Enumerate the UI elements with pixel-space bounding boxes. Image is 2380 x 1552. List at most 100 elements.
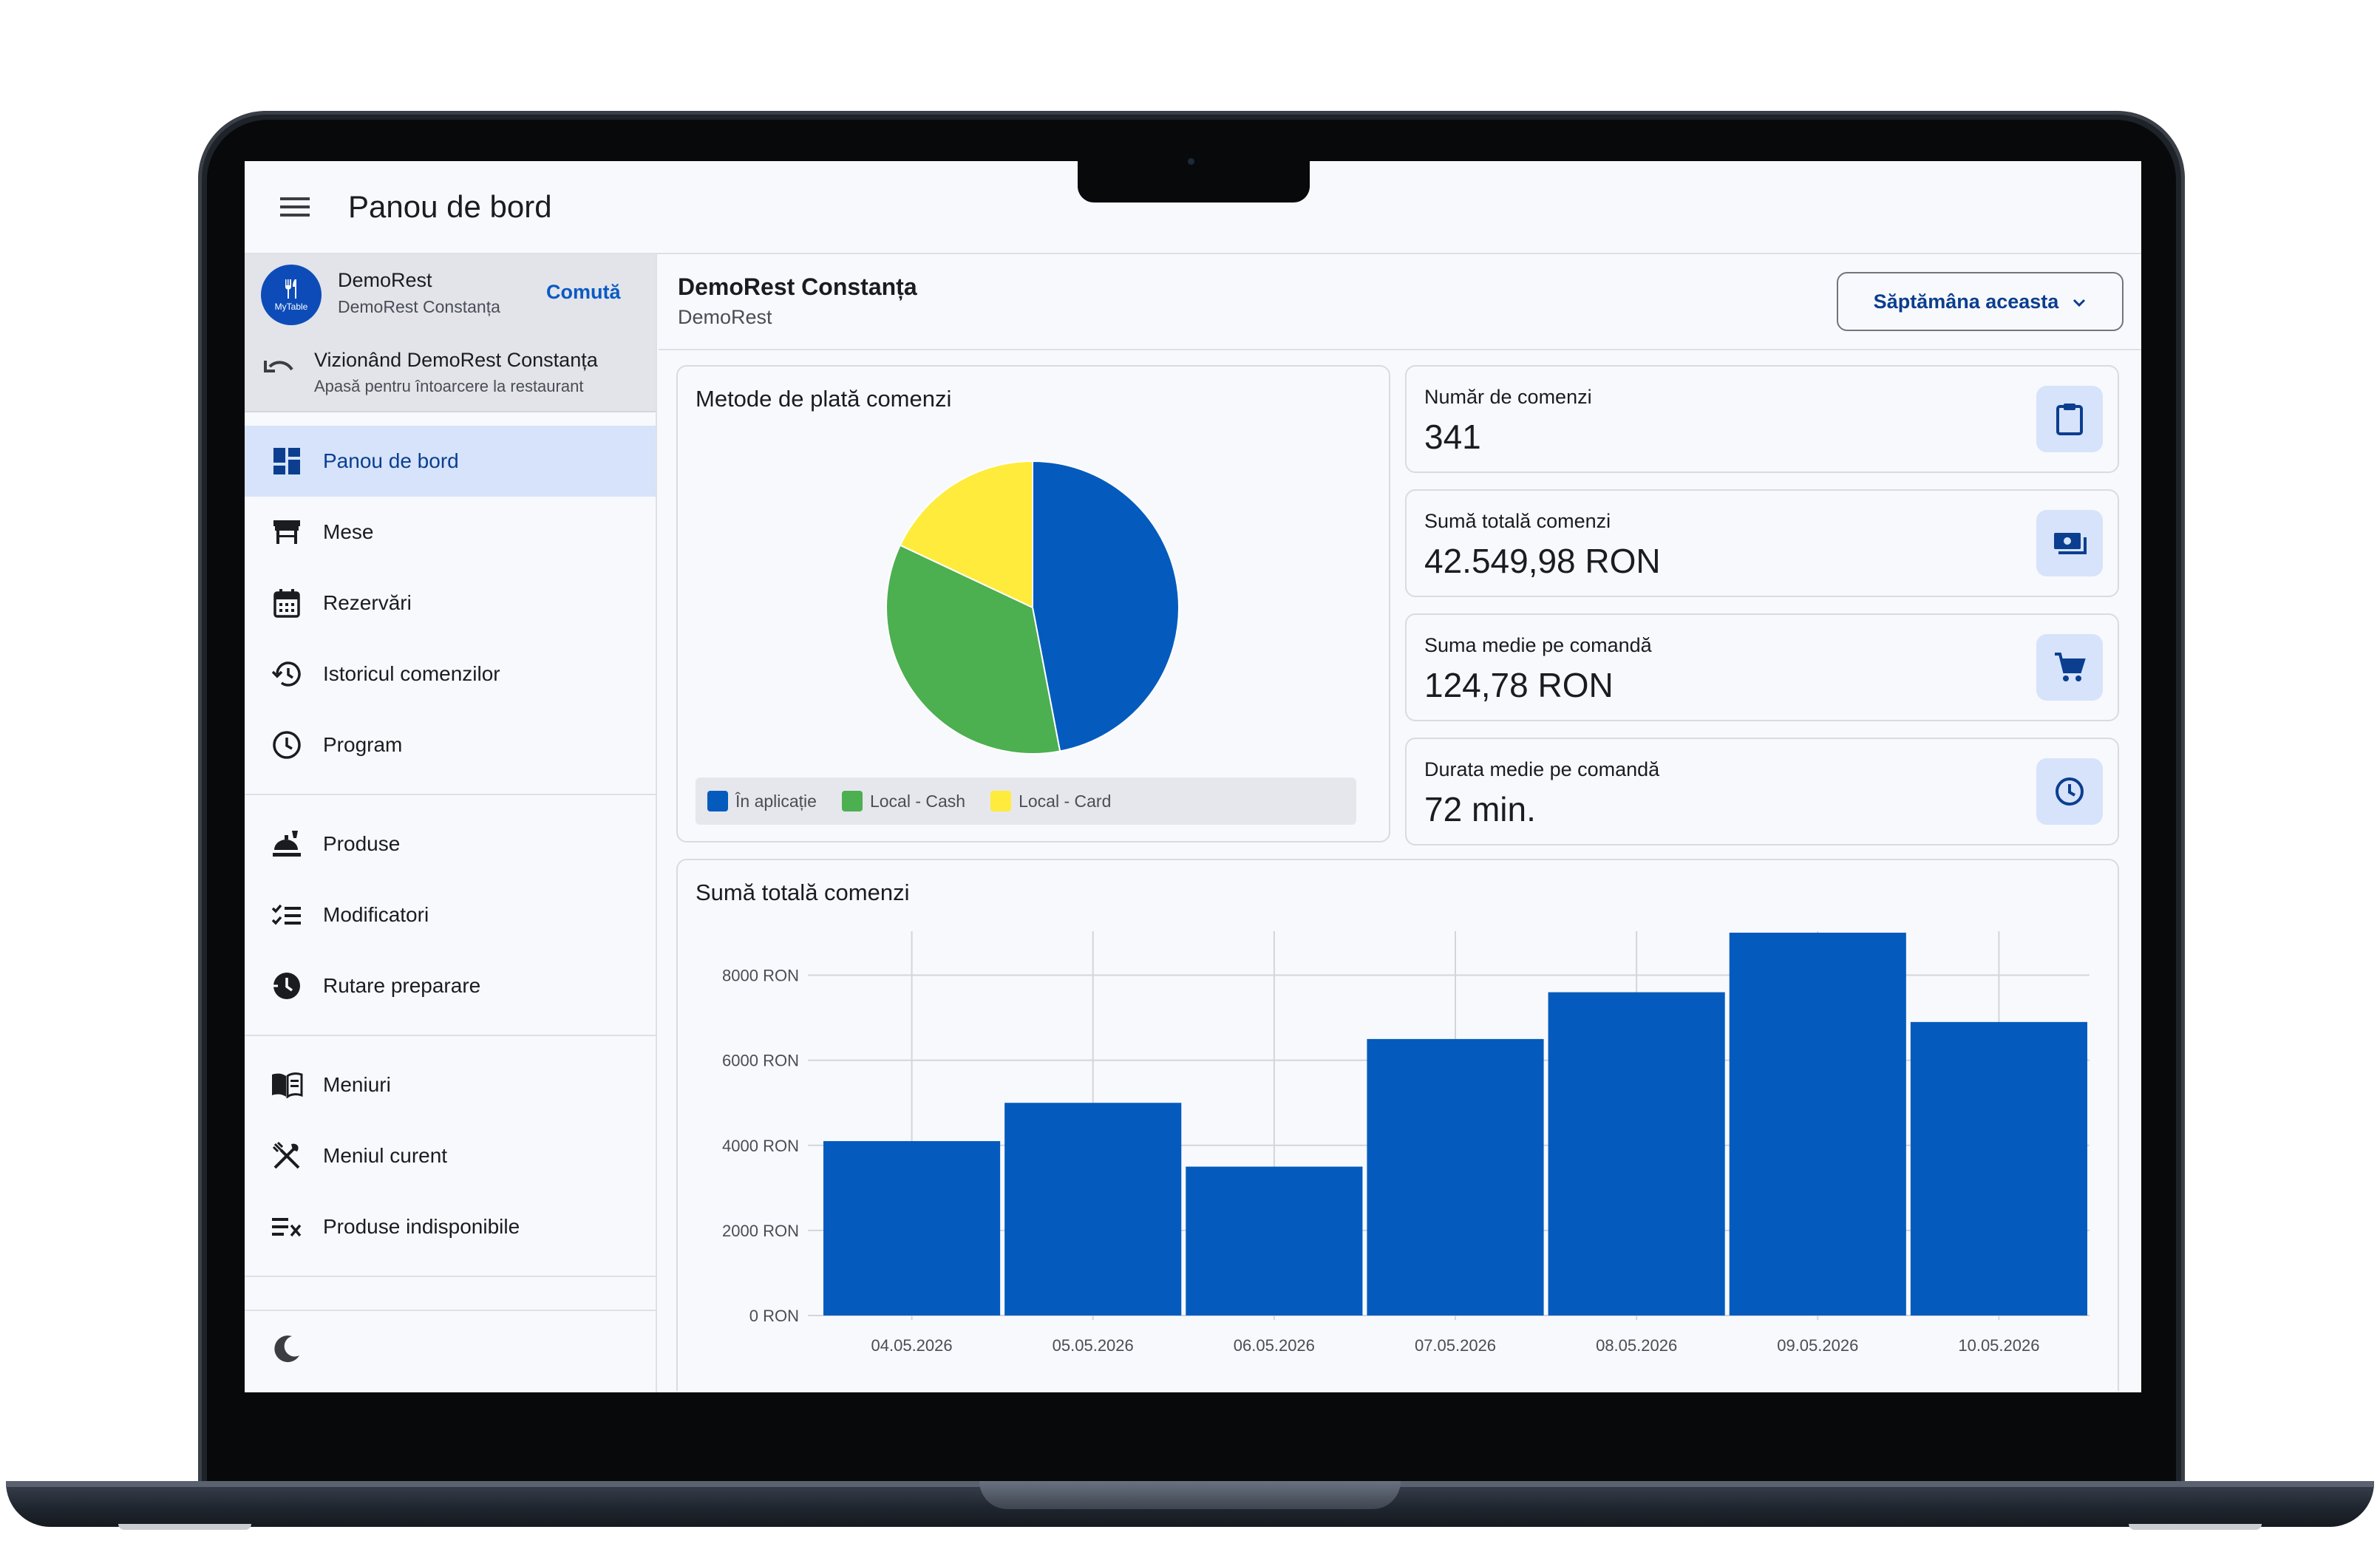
x-tick-label: 05.05.2026 xyxy=(1053,1336,1134,1355)
stat-card-average: Suma medie pe comandă 124,78 RON xyxy=(1405,613,2119,721)
viewing-title[interactable]: Vizionând DemoRest Constanța xyxy=(314,349,598,372)
menu-book-icon xyxy=(270,1068,304,1102)
legend-item[interactable]: Local - Cash xyxy=(841,791,966,811)
y-tick-label: 8000 RON xyxy=(722,967,799,985)
camera xyxy=(1188,158,1194,165)
nav-item-order-history[interactable]: Istoricul comenzilor xyxy=(245,639,656,709)
menu-icon[interactable] xyxy=(273,185,317,229)
bar[interactable] xyxy=(1186,1166,1363,1316)
nav-label: Produse indisponibile xyxy=(323,1215,520,1238)
total-orders-chart-card: Sumă totală comenzi 0 RON 2000 RON 4000 RO… xyxy=(676,859,2119,1391)
nav-item-modifiers[interactable]: Modificatori xyxy=(245,879,656,950)
period-select[interactable]: Săptămâna aceasta xyxy=(1837,272,2124,331)
nav-item-schedule[interactable]: Program xyxy=(245,709,656,780)
nav-item-menus[interactable]: Meniuri xyxy=(245,1049,656,1120)
undo-icon[interactable] xyxy=(262,356,295,382)
bar[interactable] xyxy=(1548,992,1725,1316)
logo-text: MyTable xyxy=(274,302,308,312)
legend-label: Local - Card xyxy=(1019,791,1112,811)
stat-value: 124,78 RON xyxy=(1424,666,1614,704)
nav-label: Modificatori xyxy=(323,903,429,926)
nav-item-tables[interactable]: Mese xyxy=(245,497,656,568)
nav-label: Rutare preparare xyxy=(323,974,481,997)
nav-item-dashboard[interactable]: Panou de bord xyxy=(245,426,656,497)
stat-value: 72 min. xyxy=(1424,790,1536,828)
sidebar-divider xyxy=(245,1310,656,1311)
bar[interactable] xyxy=(1910,1021,2087,1316)
stat-label: Durata medie pe comandă xyxy=(1424,758,1660,780)
chevron-down-icon xyxy=(2072,290,2087,313)
nav-label: Rezervări xyxy=(323,591,412,614)
restaurant-location: DemoRest Constanța xyxy=(338,297,500,316)
nav-group-menus: Meniuri Meniul curent Produse indisponib… xyxy=(245,1036,656,1277)
x-tick-label: 09.05.2026 xyxy=(1777,1336,1858,1355)
cash-icon xyxy=(2036,510,2103,576)
nav-group-products: Produse Modificatori Rutare preparare xyxy=(245,795,656,1036)
dark-mode-icon[interactable] xyxy=(270,1333,307,1370)
legend-label: Local - Cash xyxy=(869,791,966,811)
nav-label: Meniuri xyxy=(323,1073,391,1096)
nav-item-reservations[interactable]: Rezervări xyxy=(245,568,656,639)
timer-icon xyxy=(270,969,304,1003)
table-icon xyxy=(270,515,304,549)
bar[interactable] xyxy=(1729,933,1906,1316)
main-header: DemoRest Constanța DemoRest Săptămâna ac… xyxy=(659,254,2141,350)
page-title: Panou de bord xyxy=(348,189,552,224)
legend-item[interactable]: Local - Card xyxy=(990,791,1111,811)
laptop-foot xyxy=(2129,1524,2262,1530)
dashboard-icon xyxy=(270,444,304,478)
nav-label: Mese xyxy=(323,520,374,543)
checklist-icon xyxy=(270,898,304,932)
history-icon xyxy=(270,657,304,691)
x-tick-label: 04.05.2026 xyxy=(871,1336,953,1355)
y-tick-label: 2000 RON xyxy=(722,1222,799,1240)
restaurant-title: DemoRest Constanța xyxy=(678,273,917,300)
bar[interactable] xyxy=(1367,1038,1544,1316)
stat-card-total: Sumă totală comenzi 42.549,98 RON xyxy=(1405,489,2119,597)
nav-item-prep-routing[interactable]: Rutare preparare xyxy=(245,950,656,1021)
cutlery-icon xyxy=(270,1139,304,1173)
stat-card-duration: Durata medie pe comandă 72 min. xyxy=(1405,738,2119,845)
period-select-value: Săptămâna aceasta xyxy=(1873,290,2059,313)
x-tick-label: 06.05.2026 xyxy=(1234,1336,1315,1355)
nav-item-products[interactable]: Produse xyxy=(245,809,656,879)
payment-methods-card: Metode de plată comenzi În aplicație Loca… xyxy=(676,365,1390,843)
y-tick-label: 6000 RON xyxy=(722,1052,799,1070)
stat-label: Sumă totală comenzi xyxy=(1424,510,1611,532)
payment-methods-title: Metode de plată comenzi xyxy=(696,386,952,412)
fork-knife-icon xyxy=(285,279,296,299)
bar[interactable] xyxy=(1004,1103,1182,1316)
stat-value: 341 xyxy=(1424,418,1481,456)
clock-icon xyxy=(270,728,304,762)
cart-icon xyxy=(2036,634,2103,701)
food-icon xyxy=(270,827,304,861)
legend-swatch xyxy=(841,791,863,811)
pie-slice[interactable] xyxy=(1032,460,1180,752)
pie-legend: În aplicație Local - Cash Local - Card xyxy=(696,777,1356,825)
viewing-subtitle: Apasă pentru întoarcere la restaurant xyxy=(314,377,584,395)
sidebar: MyTable DemoRest DemoRest Constanța Comu… xyxy=(245,254,657,1392)
clock-icon xyxy=(2036,758,2103,825)
payment-methods-pie xyxy=(885,460,1180,755)
nav-label: Meniul curent xyxy=(323,1144,448,1167)
stat-label: Suma medie pe comandă xyxy=(1424,634,1652,656)
bar[interactable] xyxy=(823,1141,1001,1316)
unavailable-icon xyxy=(270,1210,304,1244)
nav-label: Istoricul comenzilor xyxy=(323,662,500,685)
laptop-hinge xyxy=(979,1481,1401,1509)
nav-item-current-menu[interactable]: Meniul curent xyxy=(245,1120,656,1191)
nav-label: Panou de bord xyxy=(323,449,459,472)
nav-group-main: Panou de bord Mese Rezervări Istoricul c… xyxy=(245,412,656,795)
nav-item-unavailable-products[interactable]: Produse indisponibile xyxy=(245,1191,656,1262)
stat-label: Număr de comenzi xyxy=(1424,386,1592,408)
legend-item[interactable]: În aplicație xyxy=(707,791,817,811)
stat-value: 42.549,98 RON xyxy=(1424,542,1661,580)
y-tick-label: 4000 RON xyxy=(722,1137,799,1155)
restaurant-switcher: MyTable DemoRest DemoRest Constanța Comu… xyxy=(245,254,656,412)
nav-label: Program xyxy=(323,733,403,756)
legend-label: În aplicație xyxy=(735,791,817,811)
switch-button[interactable]: Comută xyxy=(546,281,621,304)
restaurant-logo: MyTable xyxy=(261,265,322,325)
total-orders-bar-chart: 0 RON 2000 RON 4000 RON 6000 RON 8000 RON 04.… xyxy=(722,931,2090,1355)
x-tick-label: 08.05.2026 xyxy=(1596,1336,1677,1355)
